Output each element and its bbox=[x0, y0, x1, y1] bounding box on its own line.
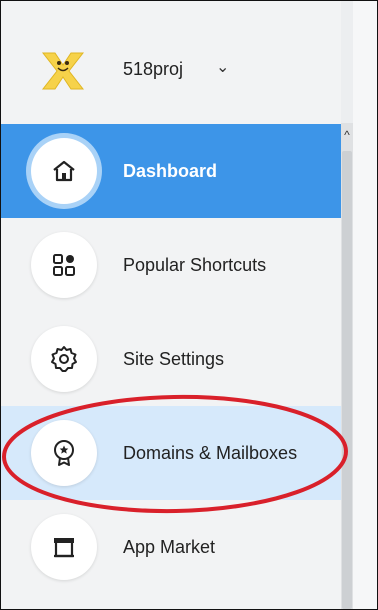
chevron-down-icon[interactable]: ⌄ bbox=[216, 57, 229, 77]
scroll-up-arrow-icon[interactable]: ^ bbox=[341, 123, 353, 147]
site-name[interactable]: 518proj bbox=[123, 59, 183, 80]
home-icon bbox=[53, 160, 75, 182]
nav-label-dashboard: Dashboard bbox=[123, 161, 218, 181]
site-header: 518proj ⌄ bbox=[1, 1, 341, 123]
store-icon bbox=[54, 538, 74, 558]
badge-star-icon bbox=[54, 440, 74, 466]
gear-icon-circle bbox=[31, 326, 97, 392]
nav-item-site-settings[interactable]: Site Settings bbox=[1, 312, 341, 406]
nav-item-app-market[interactable]: App Market bbox=[1, 500, 341, 594]
grid-icon-circle bbox=[31, 232, 97, 298]
nav-label-app-market: App Market bbox=[123, 537, 216, 557]
nav-label-site-settings: Site Settings bbox=[123, 349, 225, 369]
app-frame: 518proj ⌄ Dashboard Popular Shortcuts Si… bbox=[0, 0, 378, 610]
nav-item-popular-shortcuts[interactable]: Popular Shortcuts bbox=[1, 218, 341, 312]
nav-item-domains-mailboxes[interactable]: Domains & Mailboxes bbox=[1, 406, 341, 500]
home-icon-circle bbox=[31, 138, 97, 204]
content-pane bbox=[353, 1, 377, 609]
wix-logo[interactable] bbox=[37, 43, 89, 95]
gear-icon bbox=[51, 346, 77, 372]
nav-item-dashboard[interactable]: Dashboard bbox=[1, 124, 341, 218]
store-icon-circle bbox=[31, 514, 97, 580]
scrollbar-thumb[interactable] bbox=[342, 151, 352, 609]
badge-star-icon-circle bbox=[31, 420, 97, 486]
sidebar: 518proj ⌄ Dashboard Popular Shortcuts Si… bbox=[1, 1, 341, 609]
nav-label-popular-shortcuts: Popular Shortcuts bbox=[123, 255, 267, 275]
grid-icon bbox=[53, 254, 75, 276]
nav-label-domains-mailboxes: Domains & Mailboxes bbox=[123, 443, 298, 463]
